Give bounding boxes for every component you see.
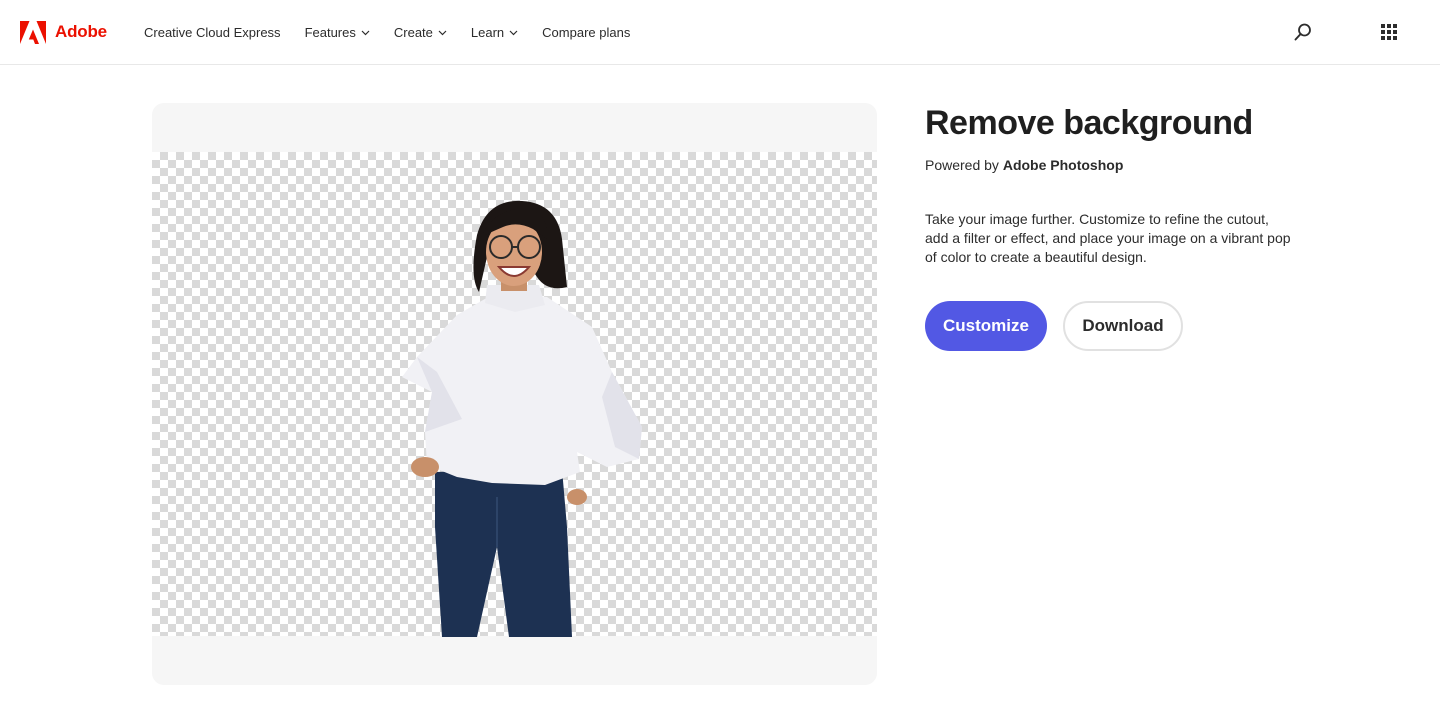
adobe-logo-icon (20, 20, 46, 44)
nav-item-create[interactable]: Create (394, 25, 447, 40)
page-title: Remove background (925, 104, 1253, 142)
nav-item-label: Creative Cloud Express (144, 24, 281, 40)
customize-button[interactable]: Customize (925, 301, 1047, 351)
nav-item-label: Compare plans (542, 24, 631, 40)
image-preview-card (152, 103, 877, 685)
chevron-down-icon (509, 30, 518, 36)
site-header: Adobe Creative Cloud Express Features Cr… (0, 0, 1440, 65)
nav-item-label: Learn (470, 24, 505, 40)
powered-by-prefix: Powered by (925, 157, 999, 173)
nav-item-label: Create (393, 24, 433, 40)
adobe-home-link[interactable]: Adobe (20, 20, 107, 44)
search-icon[interactable] (1292, 21, 1314, 43)
nav-item-features[interactable]: Features (305, 25, 370, 40)
powered-by-product: Adobe Photoshop (1002, 157, 1124, 173)
app-grid-icon[interactable] (1378, 21, 1400, 43)
nav-item-creative-cloud-express[interactable]: Creative Cloud Express (144, 25, 281, 40)
cutout-subject-image (402, 200, 642, 637)
powered-by-text: Powered by Adobe Photoshop (925, 157, 1123, 173)
nav-item-label: Features (304, 24, 356, 40)
transparency-checkerboard (152, 152, 877, 637)
main-nav: Creative Cloud Express Features Create L… (144, 20, 654, 44)
brand-name: Adobe (55, 22, 107, 41)
chevron-down-icon (361, 30, 370, 36)
feature-description: Take your image further. Customize to re… (925, 211, 1291, 265)
nav-item-learn[interactable]: Learn (471, 25, 518, 40)
download-button[interactable]: Download (1063, 301, 1183, 351)
nav-item-compare-plans[interactable]: Compare plans (542, 25, 630, 40)
chevron-down-icon (438, 30, 447, 36)
